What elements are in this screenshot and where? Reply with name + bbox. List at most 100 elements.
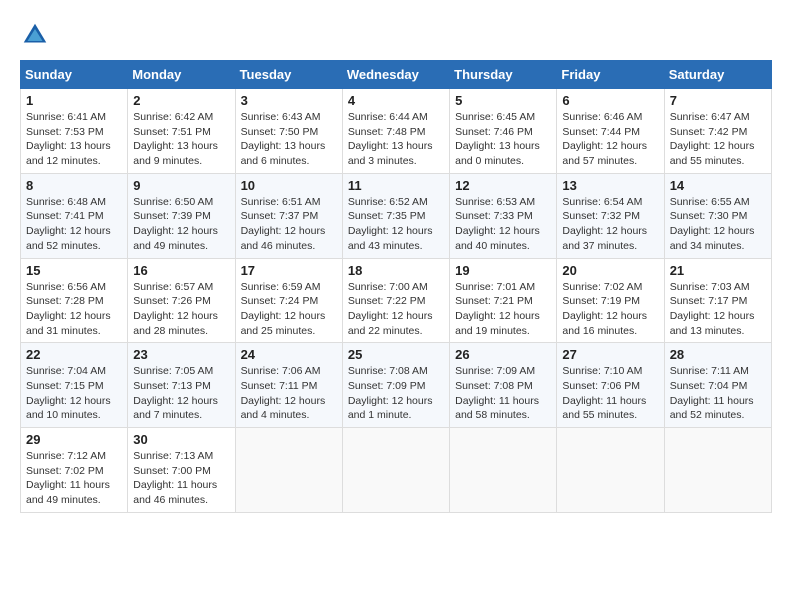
- day-cell: 25 Sunrise: 7:08 AMSunset: 7:09 PMDayligh…: [342, 343, 449, 428]
- day-cell: 13 Sunrise: 6:54 AMSunset: 7:32 PMDayligh…: [557, 173, 664, 258]
- col-header-wednesday: Wednesday: [342, 61, 449, 89]
- day-cell: 10 Sunrise: 6:51 AMSunset: 7:37 PMDayligh…: [235, 173, 342, 258]
- day-info: Sunrise: 7:02 AMSunset: 7:19 PMDaylight:…: [562, 280, 658, 339]
- calendar-table: SundayMondayTuesdayWednesdayThursdayFrid…: [20, 60, 772, 513]
- day-number: 19: [455, 263, 551, 278]
- logo: [20, 20, 54, 50]
- day-cell: 14 Sunrise: 6:55 AMSunset: 7:30 PMDayligh…: [664, 173, 771, 258]
- day-number: 10: [241, 178, 337, 193]
- day-cell: 30 Sunrise: 7:13 AMSunset: 7:00 PMDayligh…: [128, 428, 235, 513]
- day-info: Sunrise: 7:05 AMSunset: 7:13 PMDaylight:…: [133, 364, 229, 423]
- day-cell: 5Sunrise: 6:45 AMSunset: 7:46 PMDaylight…: [450, 89, 557, 174]
- day-number: 13: [562, 178, 658, 193]
- day-cell: [557, 428, 664, 513]
- day-cell: [235, 428, 342, 513]
- day-cell: 2 Sunrise: 6:42 AMSunset: 7:51 PMDaylight…: [128, 89, 235, 174]
- day-cell: [450, 428, 557, 513]
- day-cell: 22 Sunrise: 7:04 AMSunset: 7:15 PMDayligh…: [21, 343, 128, 428]
- day-info: Sunrise: 6:51 AMSunset: 7:37 PMDaylight:…: [241, 195, 337, 254]
- day-cell: 4Sunrise: 6:44 AMSunset: 7:48 PMDaylight…: [342, 89, 449, 174]
- week-row-4: 22 Sunrise: 7:04 AMSunset: 7:15 PMDayligh…: [21, 343, 772, 428]
- day-cell: 18 Sunrise: 7:00 AMSunset: 7:22 PMDayligh…: [342, 258, 449, 343]
- day-number: 24: [241, 347, 337, 362]
- week-row-5: 29 Sunrise: 7:12 AMSunset: 7:02 PMDayligh…: [21, 428, 772, 513]
- day-number: 28: [670, 347, 766, 362]
- day-cell: 1Sunrise: 6:41 AMSunset: 7:53 PMDaylight…: [21, 89, 128, 174]
- day-info: Sunrise: 6:59 AMSunset: 7:24 PMDaylight:…: [241, 280, 337, 339]
- day-cell: [342, 428, 449, 513]
- day-number: 9: [133, 178, 229, 193]
- day-info: Sunrise: 7:12 AMSunset: 7:02 PMDaylight:…: [26, 449, 122, 508]
- col-header-thursday: Thursday: [450, 61, 557, 89]
- day-info: Sunrise: 7:04 AMSunset: 7:15 PMDaylight:…: [26, 364, 122, 423]
- day-info: Sunrise: 6:42 AMSunset: 7:51 PMDaylight:…: [133, 110, 229, 169]
- day-info: Sunrise: 7:03 AMSunset: 7:17 PMDaylight:…: [670, 280, 766, 339]
- day-cell: 6Sunrise: 6:46 AMSunset: 7:44 PMDaylight…: [557, 89, 664, 174]
- day-cell: 17 Sunrise: 6:59 AMSunset: 7:24 PMDayligh…: [235, 258, 342, 343]
- day-cell: 12 Sunrise: 6:53 AMSunset: 7:33 PMDayligh…: [450, 173, 557, 258]
- day-number: 8: [26, 178, 122, 193]
- day-info: Sunrise: 6:45 AMSunset: 7:46 PMDaylight:…: [455, 110, 551, 169]
- day-number: 14: [670, 178, 766, 193]
- day-info: Sunrise: 6:50 AMSunset: 7:39 PMDaylight:…: [133, 195, 229, 254]
- week-row-1: 1Sunrise: 6:41 AMSunset: 7:53 PMDaylight…: [21, 89, 772, 174]
- day-number: 6: [562, 93, 658, 108]
- day-cell: 11 Sunrise: 6:52 AMSunset: 7:35 PMDayligh…: [342, 173, 449, 258]
- col-header-monday: Monday: [128, 61, 235, 89]
- day-info: Sunrise: 6:43 AMSunset: 7:50 PMDaylight:…: [241, 110, 337, 169]
- day-info: Sunrise: 7:00 AMSunset: 7:22 PMDaylight:…: [348, 280, 444, 339]
- day-info: Sunrise: 7:09 AMSunset: 7:08 PMDaylight:…: [455, 364, 551, 423]
- day-info: Sunrise: 7:01 AMSunset: 7:21 PMDaylight:…: [455, 280, 551, 339]
- day-info: Sunrise: 6:53 AMSunset: 7:33 PMDaylight:…: [455, 195, 551, 254]
- day-number: 12: [455, 178, 551, 193]
- day-info: Sunrise: 6:47 AMSunset: 7:42 PMDaylight:…: [670, 110, 766, 169]
- day-cell: 3 Sunrise: 6:43 AMSunset: 7:50 PMDaylight…: [235, 89, 342, 174]
- day-cell: 9 Sunrise: 6:50 AMSunset: 7:39 PMDaylight…: [128, 173, 235, 258]
- day-cell: 26 Sunrise: 7:09 AMSunset: 7:08 PMDayligh…: [450, 343, 557, 428]
- day-cell: 20 Sunrise: 7:02 AMSunset: 7:19 PMDayligh…: [557, 258, 664, 343]
- week-row-3: 15 Sunrise: 6:56 AMSunset: 7:28 PMDayligh…: [21, 258, 772, 343]
- day-cell: 23 Sunrise: 7:05 AMSunset: 7:13 PMDayligh…: [128, 343, 235, 428]
- day-number: 22: [26, 347, 122, 362]
- day-info: Sunrise: 6:55 AMSunset: 7:30 PMDaylight:…: [670, 195, 766, 254]
- day-info: Sunrise: 7:08 AMSunset: 7:09 PMDaylight:…: [348, 364, 444, 423]
- logo-icon: [20, 20, 50, 50]
- day-cell: 19 Sunrise: 7:01 AMSunset: 7:21 PMDayligh…: [450, 258, 557, 343]
- day-info: Sunrise: 6:54 AMSunset: 7:32 PMDaylight:…: [562, 195, 658, 254]
- day-number: 30: [133, 432, 229, 447]
- day-number: 7: [670, 93, 766, 108]
- day-number: 29: [26, 432, 122, 447]
- day-number: 15: [26, 263, 122, 278]
- day-number: 17: [241, 263, 337, 278]
- day-info: Sunrise: 6:48 AMSunset: 7:41 PMDaylight:…: [26, 195, 122, 254]
- day-info: Sunrise: 7:13 AMSunset: 7:00 PMDaylight:…: [133, 449, 229, 508]
- day-number: 25: [348, 347, 444, 362]
- day-info: Sunrise: 7:06 AMSunset: 7:11 PMDaylight:…: [241, 364, 337, 423]
- day-cell: 7 Sunrise: 6:47 AMSunset: 7:42 PMDaylight…: [664, 89, 771, 174]
- day-number: 23: [133, 347, 229, 362]
- day-number: 2: [133, 93, 229, 108]
- day-number: 20: [562, 263, 658, 278]
- day-number: 26: [455, 347, 551, 362]
- day-cell: 15 Sunrise: 6:56 AMSunset: 7:28 PMDayligh…: [21, 258, 128, 343]
- day-cell: 28 Sunrise: 7:11 AMSunset: 7:04 PMDayligh…: [664, 343, 771, 428]
- day-cell: 8 Sunrise: 6:48 AMSunset: 7:41 PMDaylight…: [21, 173, 128, 258]
- day-number: 16: [133, 263, 229, 278]
- day-cell: 29 Sunrise: 7:12 AMSunset: 7:02 PMDayligh…: [21, 428, 128, 513]
- day-info: Sunrise: 6:56 AMSunset: 7:28 PMDaylight:…: [26, 280, 122, 339]
- day-number: 21: [670, 263, 766, 278]
- day-number: 4: [348, 93, 444, 108]
- day-number: 11: [348, 178, 444, 193]
- day-info: Sunrise: 6:41 AMSunset: 7:53 PMDaylight:…: [26, 110, 122, 169]
- day-info: Sunrise: 6:52 AMSunset: 7:35 PMDaylight:…: [348, 195, 444, 254]
- col-header-sunday: Sunday: [21, 61, 128, 89]
- col-header-tuesday: Tuesday: [235, 61, 342, 89]
- header-row: SundayMondayTuesdayWednesdayThursdayFrid…: [21, 61, 772, 89]
- col-header-saturday: Saturday: [664, 61, 771, 89]
- page-header: [20, 20, 772, 50]
- day-info: Sunrise: 7:11 AMSunset: 7:04 PMDaylight:…: [670, 364, 766, 423]
- day-info: Sunrise: 7:10 AMSunset: 7:06 PMDaylight:…: [562, 364, 658, 423]
- day-number: 18: [348, 263, 444, 278]
- day-number: 3: [241, 93, 337, 108]
- day-cell: 27Sunrise: 7:10 AMSunset: 7:06 PMDayligh…: [557, 343, 664, 428]
